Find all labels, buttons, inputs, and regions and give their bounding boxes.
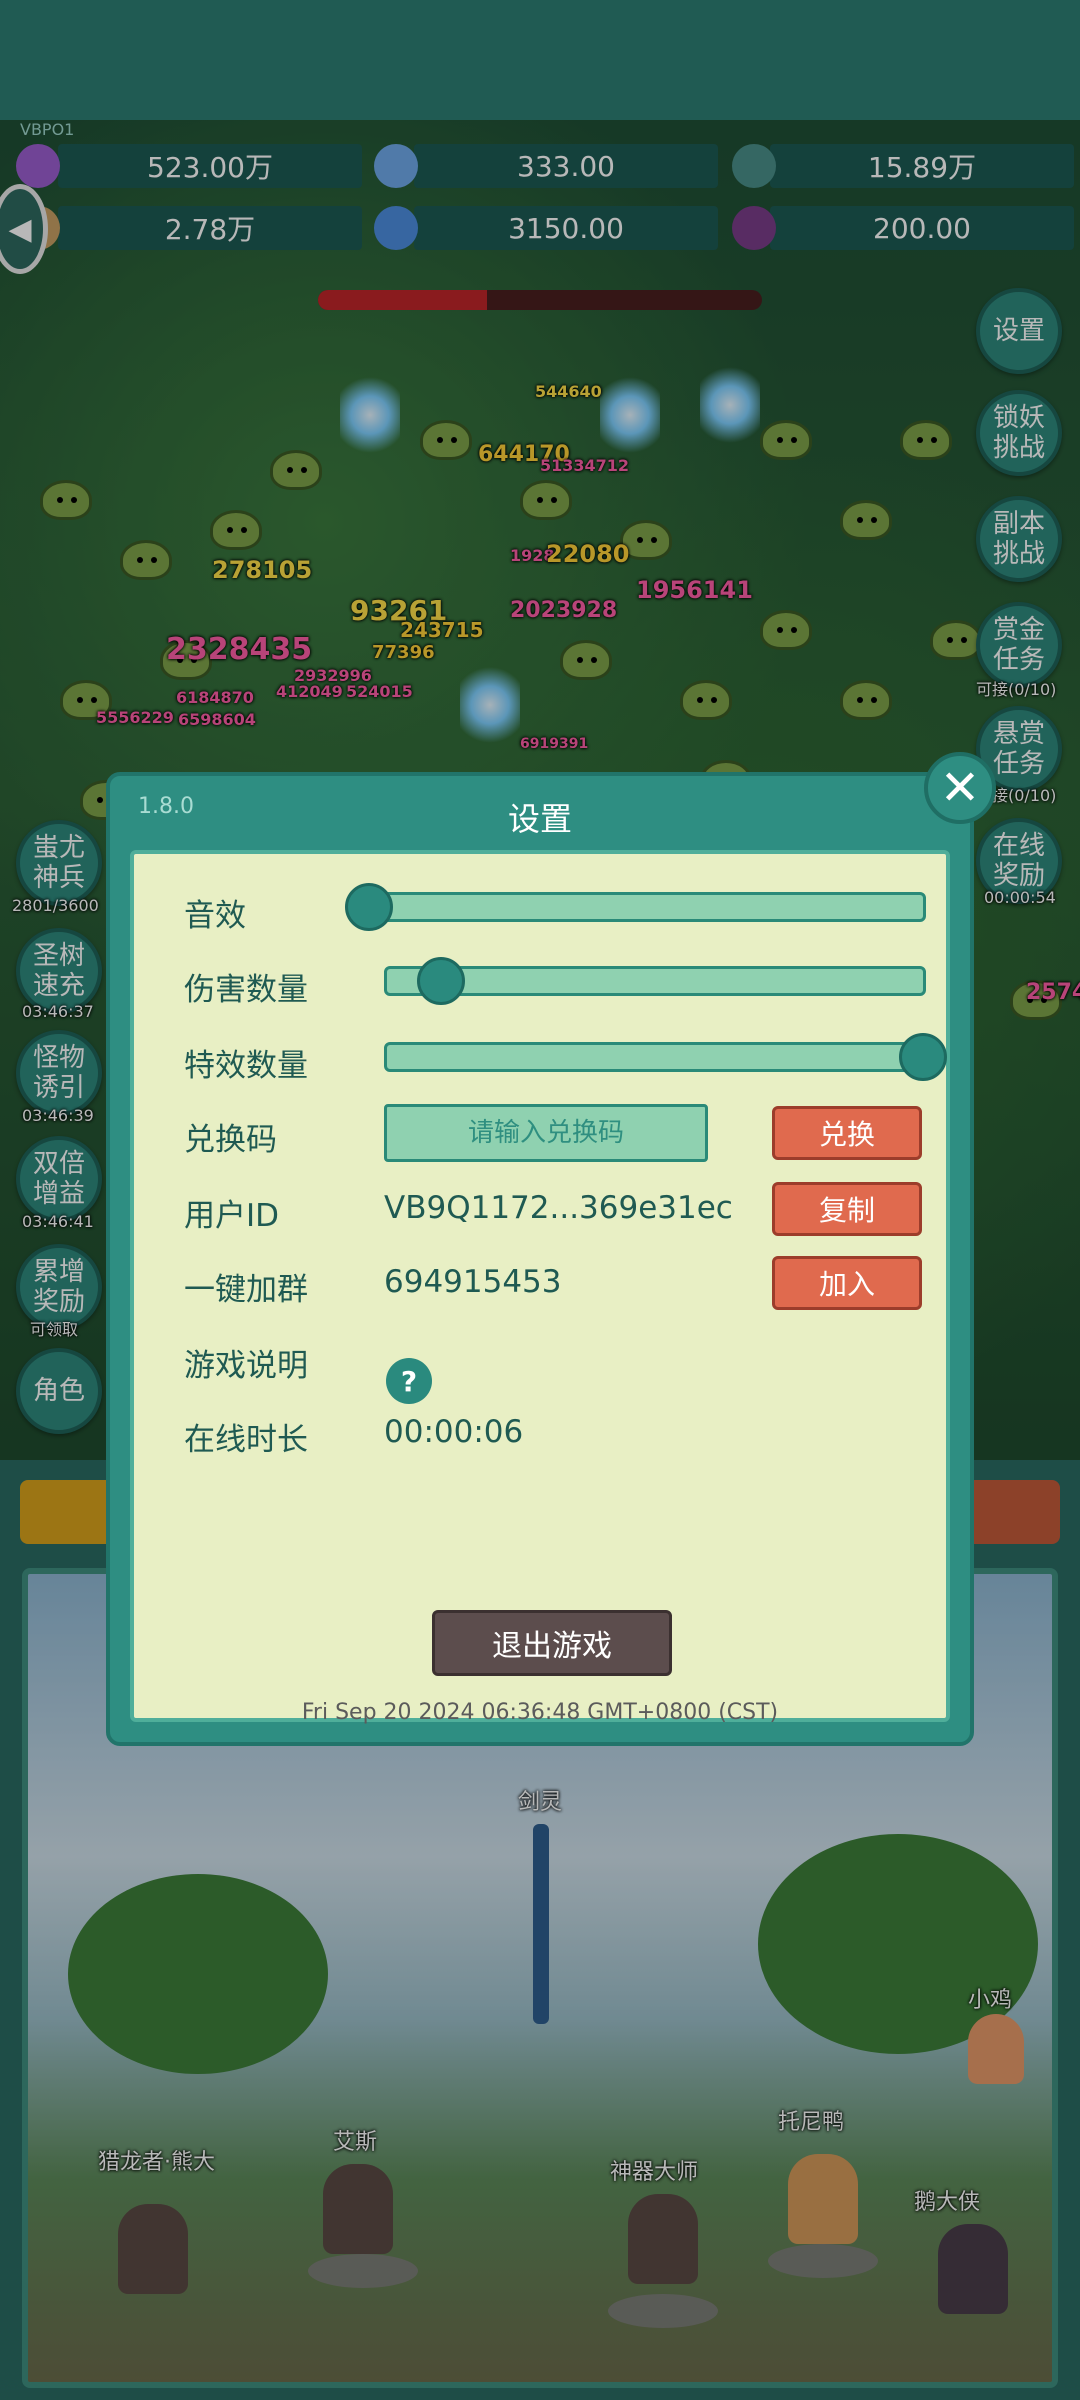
user-id-value: VB9Q1172...369e31ec bbox=[384, 1190, 733, 1226]
effects-count-slider-knob[interactable] bbox=[899, 1033, 947, 1081]
help-label: 游戏说明 bbox=[184, 1348, 308, 1384]
join-group-label: 一键加群 bbox=[184, 1272, 308, 1308]
join-button[interactable]: 加入 bbox=[772, 1256, 922, 1310]
sound-slider-knob[interactable] bbox=[345, 883, 393, 931]
quit-game-button[interactable]: 退出游戏 bbox=[432, 1610, 672, 1676]
damage-count-slider[interactable] bbox=[384, 957, 926, 1005]
sound-slider[interactable] bbox=[345, 883, 926, 931]
copy-button[interactable]: 复制 bbox=[772, 1182, 922, 1236]
damage-count-slider-knob[interactable] bbox=[416, 957, 465, 1005]
damage-count-label: 伤害数量 bbox=[184, 972, 308, 1008]
online-time-label: 在线时长 bbox=[184, 1422, 308, 1458]
settings-panel: 音效 伤害数量 特效数量 兑换码 兑换 用户ID VB9Q1172...369e… bbox=[130, 850, 950, 1725]
close-icon[interactable]: ✕ bbox=[924, 752, 996, 824]
help-icon[interactable]: ? bbox=[386, 1358, 432, 1404]
dialog-title: 设置 bbox=[507, 800, 572, 838]
redeem-code-input[interactable] bbox=[384, 1104, 708, 1162]
group-number: 694915453 bbox=[384, 1264, 562, 1300]
server-timestamp: Fri Sep 20 2024 06:36:48 GMT+0800 (CST) bbox=[301, 1700, 779, 1725]
redeem-label: 兑换码 bbox=[184, 1122, 277, 1158]
effects-count-label: 特效数量 bbox=[184, 1048, 308, 1084]
sound-label: 音效 bbox=[184, 898, 246, 934]
settings-dialog: 1.8.0 设置 音效 伤害数量 特效数量 兑换码 兑换 用户ID VB9Q11… bbox=[106, 772, 974, 1746]
user-id-label: 用户ID bbox=[184, 1198, 280, 1234]
effects-count-slider[interactable] bbox=[384, 1033, 947, 1081]
redeem-button[interactable]: 兑换 bbox=[772, 1106, 922, 1160]
online-time-value: 00:00:06 bbox=[384, 1414, 524, 1450]
